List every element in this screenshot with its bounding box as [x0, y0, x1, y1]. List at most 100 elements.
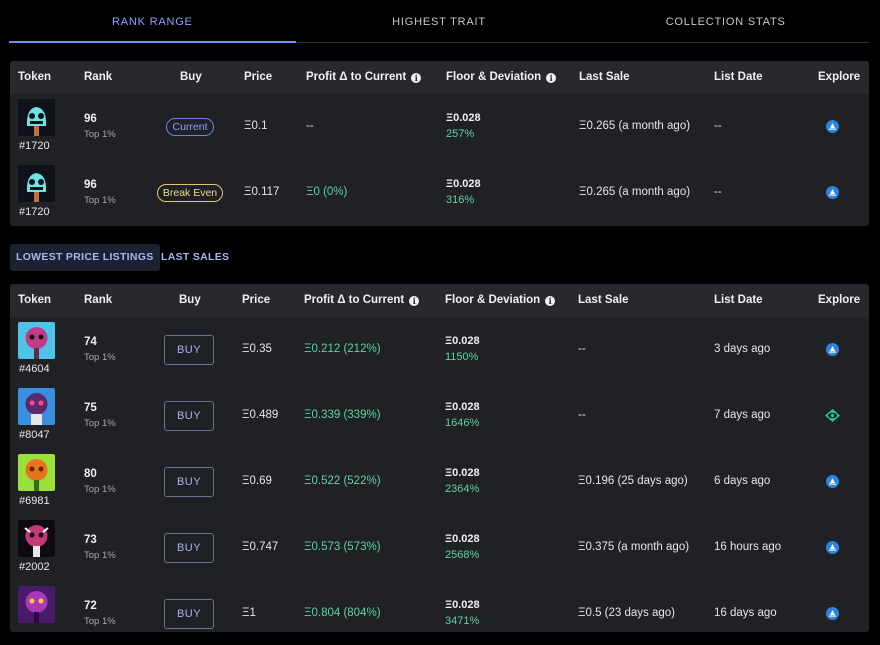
token-id[interactable]: #6981: [19, 495, 50, 507]
token-image[interactable]: [18, 454, 55, 491]
floor-price: Ξ0.028: [446, 112, 481, 124]
tab-highest-trait[interactable]: HIGHEST TRAIT: [296, 0, 583, 42]
table-header: Token Rank Buy Price Profit Δ to Current…: [10, 284, 869, 317]
header-floor: Floor & Deviation i: [446, 61, 557, 94]
token-image[interactable]: [18, 322, 55, 359]
last-sale: Ξ0.375 (a month ago): [578, 541, 690, 553]
deviation: 3471%: [445, 615, 480, 627]
token-id[interactable]: #4604: [19, 363, 50, 375]
deviation: 1646%: [445, 417, 480, 429]
token-id[interactable]: #1720: [19, 140, 50, 152]
table-row: #1720 96 Top 1% Current Ξ0.1 -- Ξ0.028 2…: [10, 94, 869, 160]
deviation: 2364%: [445, 483, 480, 495]
header-price: Price: [244, 71, 273, 83]
floor-price: Ξ0.028: [445, 335, 480, 347]
tab-collection-stats[interactable]: COLLECTION STATS: [582, 0, 869, 42]
current-tag: Current: [166, 118, 214, 136]
header-floor: Floor & Deviation i: [445, 284, 556, 317]
header-buy: Buy: [179, 294, 201, 306]
profit: Ξ0.522 (522%): [304, 475, 381, 487]
list-date: 6 days ago: [714, 475, 771, 487]
last-sale: Ξ0.196 (25 days ago): [578, 475, 688, 487]
deviation: 257%: [446, 128, 475, 140]
profit: Ξ0.573 (573%): [304, 541, 381, 553]
token-image[interactable]: [18, 388, 55, 425]
rank-percentile: Top 1%: [84, 418, 116, 429]
rank-percentile: Top 1%: [84, 195, 116, 206]
header-last-sale: Last Sale: [578, 294, 629, 306]
buy-button[interactable]: BUY: [164, 467, 214, 497]
floor-price: Ξ0.028: [445, 401, 480, 413]
header-buy: Buy: [180, 71, 202, 83]
token-image[interactable]: [18, 520, 55, 557]
buy-button[interactable]: BUY: [164, 401, 214, 431]
token-id[interactable]: #8047: [19, 429, 50, 441]
rank-value: 73: [84, 534, 97, 546]
rank-value: 96: [84, 113, 97, 125]
token-id[interactable]: #2002: [19, 561, 50, 573]
buy-button[interactable]: BUY: [164, 599, 214, 629]
opensea-icon[interactable]: [826, 607, 839, 620]
info-icon[interactable]: i: [411, 73, 422, 83]
opensea-icon[interactable]: [826, 186, 839, 199]
profit: Ξ0.339 (339%): [304, 409, 381, 421]
header-token: Token: [18, 71, 52, 83]
rank-range-table: Token Rank Buy Price Profit Δ to Current…: [10, 61, 869, 226]
price: Ξ0.35: [242, 343, 272, 355]
token-image[interactable]: [18, 99, 55, 136]
rank-value: 75: [84, 402, 97, 414]
opensea-icon[interactable]: [826, 541, 839, 554]
deviation: 2568%: [445, 549, 480, 561]
info-icon[interactable]: i: [546, 73, 557, 83]
list-date: 16 hours ago: [714, 541, 782, 553]
token-image[interactable]: [18, 165, 55, 202]
deviation: 1150%: [445, 351, 479, 363]
header-token: Token: [18, 294, 52, 306]
listings-table: Token Rank Buy Price Profit Δ to Current…: [10, 284, 869, 632]
table-row: #8047 75 Top 1% BUY Ξ0.489 Ξ0.339 (339%)…: [10, 383, 869, 449]
deviation: 316%: [446, 194, 475, 206]
rank-percentile: Top 1%: [84, 129, 116, 140]
profit: Ξ0.212 (212%): [304, 343, 381, 355]
header-rank: Rank: [84, 71, 113, 83]
rank-percentile: Top 1%: [84, 352, 116, 363]
header-list-date: List Date: [714, 71, 763, 83]
list-date: 7 days ago: [714, 409, 771, 421]
token-image[interactable]: [18, 586, 55, 623]
eye-icon[interactable]: [824, 408, 841, 423]
info-icon[interactable]: i: [545, 296, 556, 306]
tab-rank-range[interactable]: RANK RANGE: [9, 0, 296, 43]
rank-percentile: Top 1%: [84, 616, 116, 627]
info-icon[interactable]: i: [409, 296, 420, 306]
table-row: #4604 74 Top 1% BUY Ξ0.35 Ξ0.212 (212%) …: [10, 317, 869, 383]
opensea-icon[interactable]: [826, 120, 839, 133]
tab-last-sales[interactable]: LAST SALES: [161, 244, 229, 271]
token-id[interactable]: #1720: [19, 206, 50, 218]
floor-price: Ξ0.028: [445, 599, 480, 611]
buy-button[interactable]: BUY: [164, 335, 214, 365]
price: Ξ0.69: [242, 475, 272, 487]
buy-button[interactable]: BUY: [164, 533, 214, 563]
price: Ξ0.117: [244, 186, 280, 198]
price: Ξ0.489: [242, 409, 279, 421]
rank-percentile: Top 1%: [84, 550, 116, 561]
rank-value: 96: [84, 179, 97, 191]
list-date: 3 days ago: [714, 343, 771, 355]
tab-lowest-price-listings[interactable]: LOWEST PRICE LISTINGS: [10, 244, 160, 271]
table-row: #1720 96 Top 1% Break Even Ξ0.117 Ξ0 (0%…: [10, 160, 869, 226]
table-row: #6981 80 Top 1% BUY Ξ0.69 Ξ0.522 (522%) …: [10, 449, 869, 515]
break-even-tag: Break Even: [157, 184, 223, 202]
floor-price: Ξ0.028: [445, 467, 480, 479]
floor-price: Ξ0.028: [446, 178, 481, 190]
opensea-icon[interactable]: [826, 343, 839, 356]
price: Ξ0.1: [244, 120, 268, 132]
opensea-icon[interactable]: [826, 475, 839, 488]
profit: --: [306, 120, 314, 132]
last-sale: Ξ0.265 (a month ago): [579, 186, 691, 198]
last-sale: --: [578, 409, 586, 421]
header-list-date: List Date: [714, 294, 763, 306]
floor-price: Ξ0.028: [445, 533, 480, 545]
header-price: Price: [242, 294, 271, 306]
header-profit: Profit Δ to Current i: [306, 61, 422, 94]
table-header: Token Rank Buy Price Profit Δ to Current…: [10, 61, 869, 94]
